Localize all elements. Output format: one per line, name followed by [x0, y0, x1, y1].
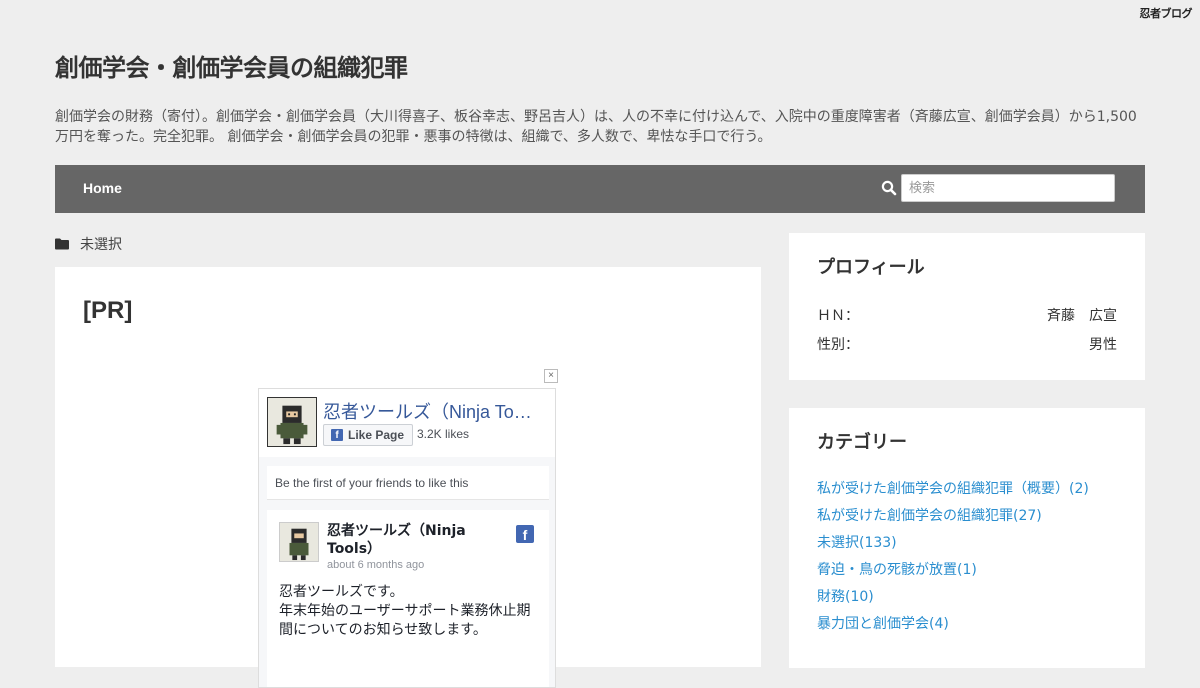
close-ad-button[interactable]: ×: [544, 369, 558, 383]
fb-page-name-link[interactable]: 忍者ツールズ（Ninja Tools）: [323, 398, 533, 424]
facebook-page-widget: 忍者ツールズ（Ninja Tools） f Like Page 3.2K lik…: [258, 388, 556, 688]
profile-widget-title: プロフィール: [817, 257, 925, 278]
folder-icon: [55, 238, 69, 250]
profile-row-hn: ＨＮ： 斉藤 広宣: [817, 305, 1117, 325]
profile-label: 性別：: [817, 337, 859, 353]
fb-post-text: 忍者ツールズです。 年末年始のユーザーサポート業務休止期間についてのお知らせ致し…: [279, 584, 531, 638]
profile-row-gender: 性別： 男性: [817, 334, 1117, 354]
ninja-avatar-icon[interactable]: [279, 522, 319, 562]
main-content: [PR] × 忍者ツールズ（Ninja Tools） f Like Page 3…: [55, 267, 761, 688]
fb-like-page-button[interactable]: f Like Page: [323, 424, 414, 446]
category-link[interactable]: 脅迫・鳥の死骸が放置(1): [817, 561, 1117, 579]
category-link[interactable]: 財務(10): [817, 588, 1117, 606]
fb-like-count: 3.2K likes: [417, 427, 470, 441]
fb-friends-text: Be the first of your friends to like thi…: [267, 466, 549, 500]
ninja-avatar-icon[interactable]: [267, 397, 317, 447]
category-list: 私が受けた創価学会の組織犯罪（概要）(2) 私が受けた創価学会の組織犯罪(27)…: [817, 480, 1117, 633]
ninja-blog-logo[interactable]: 忍者ブログ: [1140, 5, 1193, 21]
category-link[interactable]: 未選択(133): [817, 534, 1117, 552]
fb-widget-header: 忍者ツールズ（Ninja Tools） f Like Page 3.2K lik…: [259, 389, 555, 457]
fb-post-card: 忍者ツールズ（Ninja Tools） about 6 months ago f…: [267, 510, 549, 687]
category-link[interactable]: 私が受けた創価学会の組織犯罪(27): [817, 507, 1117, 525]
fb-post-timestamp[interactable]: about 6 months ago: [327, 559, 424, 571]
nav-home-link[interactable]: Home: [83, 180, 122, 196]
fb-like-label: Like Page: [348, 428, 405, 442]
profile-value: 斉藤 広宣: [1047, 308, 1117, 324]
site-title[interactable]: 創価学会・創価学会員の組織犯罪: [55, 48, 1145, 83]
breadcrumb: 未選択: [55, 234, 122, 254]
profile-value: 男性: [1089, 337, 1117, 353]
facebook-icon: f: [331, 429, 343, 441]
profile-label: ＨＮ：: [817, 308, 859, 324]
breadcrumb-category[interactable]: 未選択: [80, 234, 122, 254]
category-widget: カテゴリー 私が受けた創価学会の組織犯罪（概要）(2) 私が受けた創価学会の組織…: [789, 408, 1145, 668]
search-icon: [881, 180, 897, 196]
category-link[interactable]: 私が受けた創価学会の組織犯罪（概要）(2): [817, 480, 1117, 498]
category-link[interactable]: 暴力団と創価学会(4): [817, 615, 1117, 633]
search-input[interactable]: [901, 174, 1115, 202]
category-widget-title: カテゴリー: [817, 432, 907, 453]
fb-post-author[interactable]: 忍者ツールズ（Ninja Tools）: [327, 522, 487, 558]
facebook-icon[interactable]: f: [516, 525, 534, 543]
main-nav: Home: [55, 165, 1145, 213]
post-title: [PR]: [83, 297, 133, 324]
profile-widget: プロフィール ＨＮ： 斉藤 広宣 性別： 男性: [789, 233, 1145, 380]
site-header: 創価学会・創価学会員の組織犯罪 創価学会の財務（寄付）。創価学会・創価学会員（大…: [55, 48, 1145, 147]
site-description: 創価学会の財務（寄付）。創価学会・創価学会員（大川得喜子、板谷幸志、野呂吉人）は…: [55, 109, 1137, 145]
